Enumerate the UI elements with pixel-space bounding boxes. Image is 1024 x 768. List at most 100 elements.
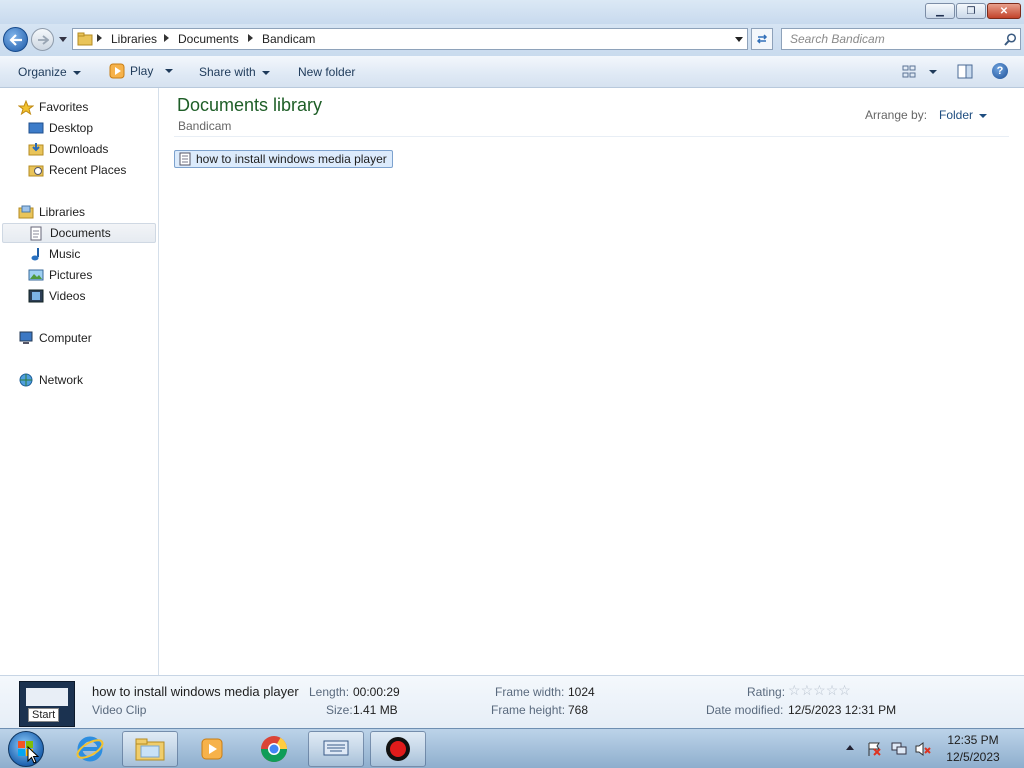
back-button[interactable] [3,27,28,52]
help-button[interactable]: ? [992,63,1008,79]
organize-menu[interactable]: Organize [18,65,81,79]
rating-stars[interactable]: ☆☆☆☆☆ [788,682,851,699]
chrome-icon [260,736,288,763]
nav-item-recent-places[interactable]: Recent Places [28,160,156,180]
taskbar-windows-explorer[interactable] [122,731,178,767]
nav-computer-label: Computer [39,331,92,345]
nav-computer[interactable]: Computer [18,328,172,348]
star-icon[interactable]: ☆ [826,682,839,698]
chevron-down-icon [979,113,988,118]
start-orb-button[interactable] [8,731,44,767]
nav-libraries[interactable]: Libraries [18,202,172,222]
play-menu[interactable]: Play [109,63,174,79]
address-dropdown-icon[interactable] [735,37,743,42]
nav-item-downloads[interactable]: Downloads [28,139,156,159]
music-icon [28,247,44,261]
refresh-button[interactable] [751,28,773,50]
recent-places-icon [28,163,44,177]
command-bar: Organize Play Share with New folder ? [0,56,1024,88]
computer-icon [18,331,34,345]
network-icon [18,373,34,387]
chevron-down-icon [165,69,174,73]
star-icon[interactable]: ☆ [801,682,814,698]
search-icon[interactable] [1004,33,1017,46]
volume-muted-icon[interactable] [914,741,932,757]
breadcrumb-arrow-icon[interactable] [97,34,102,42]
organize-label: Organize [18,65,67,79]
details-pane: Start how to install windows media playe… [0,675,1024,728]
nav-item-label: Music [49,247,81,261]
breadcrumb-arrow-icon[interactable] [248,34,253,42]
video-thumbnail: Start [19,681,75,727]
close-button[interactable]: ✕ [987,3,1021,19]
downloads-icon [28,142,44,156]
size-label: Size: [326,703,353,717]
thumbnail-start-caption: Start [28,708,60,722]
arrange-by-label: Arrange by: [865,108,928,122]
thumbnail-preview [26,688,68,706]
library-folder-icon [77,32,93,46]
share-with-menu[interactable]: Share with [199,65,270,79]
nav-item-label: Pictures [49,268,93,282]
share-with-label: Share with [199,65,256,79]
taskbar-on-screen-keyboard[interactable] [308,731,364,767]
minimize-button[interactable]: ▁ [925,3,955,19]
refresh-icon [756,34,768,44]
nav-network[interactable]: Network [18,370,172,390]
taskbar-media-player[interactable] [184,731,240,767]
clock-time: 12:35 PM [947,733,999,747]
nav-item-documents[interactable]: Documents [2,223,156,243]
star-icon[interactable]: ☆ [788,682,801,698]
forward-button[interactable] [31,28,54,51]
arrange-by-value: Folder [939,108,974,122]
nav-item-pictures[interactable]: Pictures [28,265,156,285]
breadcrumb-documents[interactable]: Documents [178,32,239,46]
breadcrumb-libraries[interactable]: Libraries [111,32,157,46]
record-icon [386,737,410,761]
maximize-button[interactable]: ❐ [956,3,986,19]
view-options-icon [902,65,916,78]
keyboard-icon [323,740,349,756]
taskbar: 12:35 PM 12/5/2023 [0,728,1024,768]
taskbar-internet-explorer[interactable] [62,731,118,767]
folder-icon [135,738,165,761]
file-item[interactable]: how to install windows media player [174,150,393,168]
frame-height-label: Frame height: [491,703,566,717]
system-clock[interactable]: 12:35 PM 12/5/2023 [938,733,1008,764]
nav-item-desktop[interactable]: Desktop [28,118,156,138]
nav-item-label: Documents [50,226,111,240]
navigation-bar: Libraries Documents Bandicam Search Band… [0,24,1024,56]
preview-pane-icon[interactable] [957,64,973,79]
breadcrumb-bandicam[interactable]: Bandicam [262,32,315,46]
length-label: Length: [309,685,350,699]
videos-icon [28,289,44,303]
nav-network-label: Network [39,373,84,387]
chevron-down-icon [72,70,81,75]
rating-label: Rating: [747,685,786,699]
taskbar-chrome[interactable] [246,731,302,767]
nav-item-videos[interactable]: Videos [28,286,156,306]
search-box[interactable]: Search Bandicam [781,28,1021,50]
recent-pages-chevron-icon[interactable] [59,37,67,42]
content-pane: Documents library Bandicam Arrange by: F… [159,88,1024,675]
pictures-icon [28,268,44,282]
nav-item-music[interactable]: Music [28,244,156,264]
show-hidden-icons-chevron-icon[interactable] [846,745,854,750]
details-file-name: how to install windows media player [92,684,299,699]
star-icon[interactable]: ☆ [838,682,851,698]
frame-width-value: 1024 [568,685,595,699]
arrange-by-dropdown[interactable]: Folder [939,108,988,122]
action-center-flag-icon[interactable] [866,741,882,757]
address-bar[interactable]: Libraries Documents Bandicam [72,28,748,50]
nav-item-label: Videos [49,289,86,303]
change-view-button[interactable] [902,65,937,78]
new-folder-button[interactable]: New folder [298,65,355,79]
breadcrumb-arrow-icon[interactable] [164,34,169,42]
taskbar-bandicam[interactable] [370,731,426,767]
network-status-icon[interactable] [890,741,908,757]
nav-favorites[interactable]: Favorites [17,97,172,117]
frame-height-value: 768 [568,703,589,717]
chevron-down-icon [929,69,937,74]
play-label: Play [130,64,154,78]
star-icon[interactable]: ☆ [813,682,826,698]
